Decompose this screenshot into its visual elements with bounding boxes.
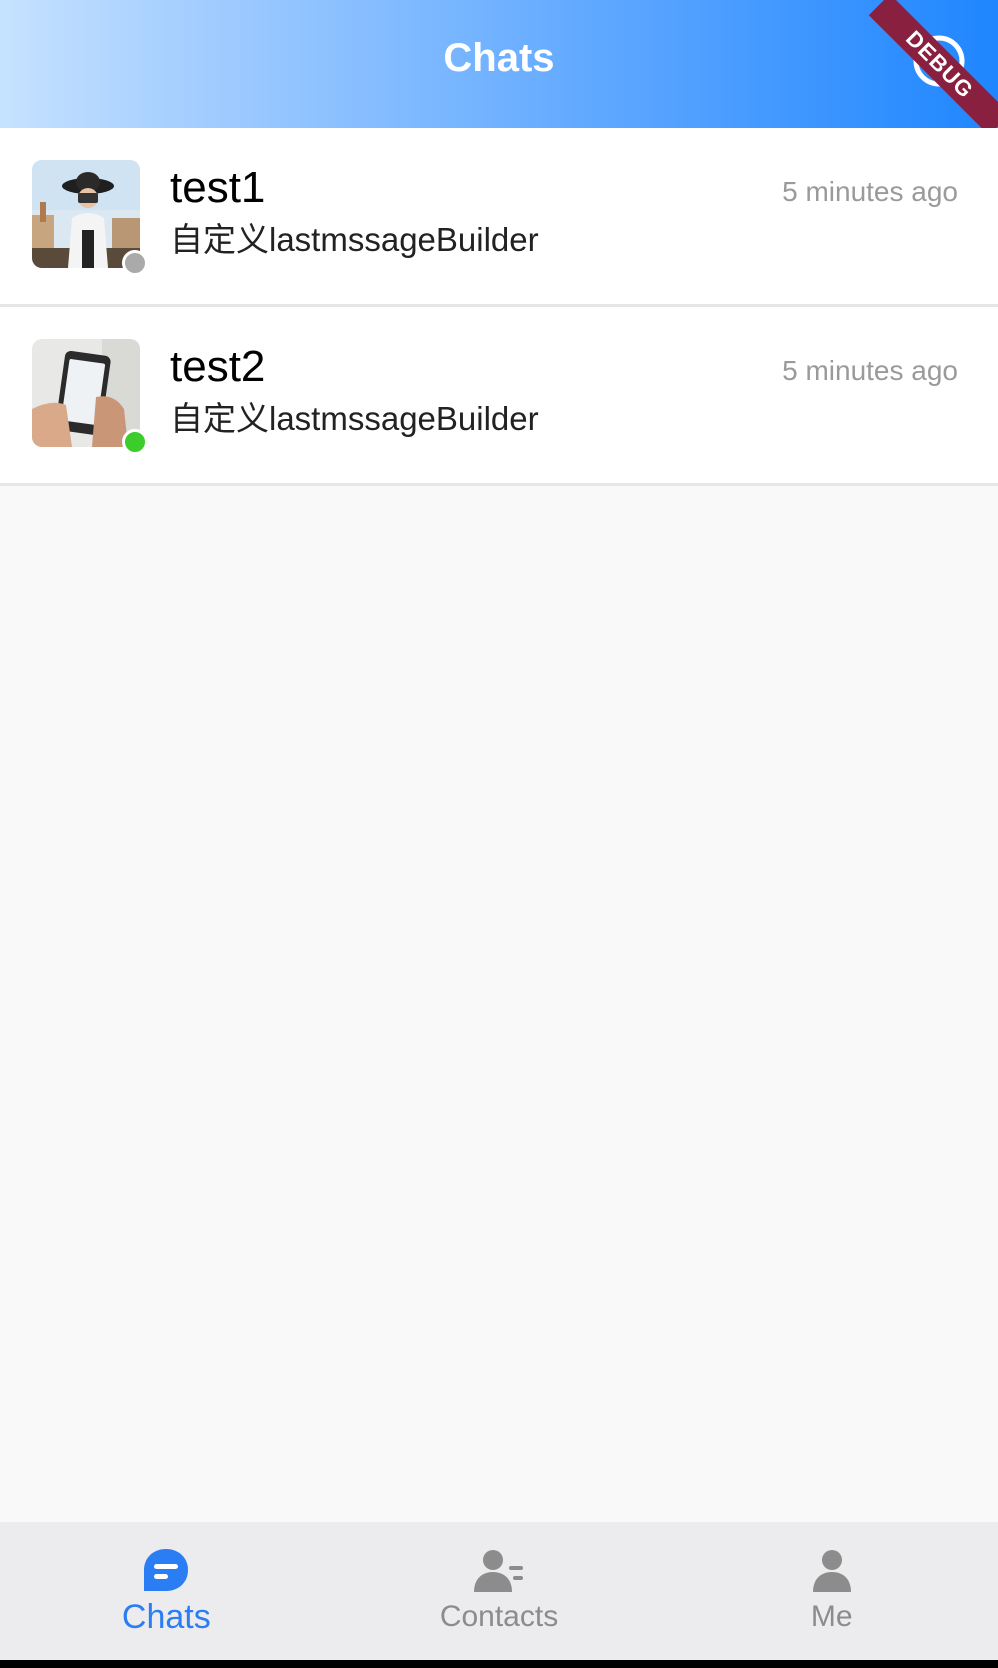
system-bottom-strip [0,1660,998,1668]
page-title: Chats [443,36,555,80]
conversation-name: test1 [170,163,266,212]
presence-indicator-online [122,429,148,455]
app-bar: Chats DEBUG [0,0,998,128]
contacts-icon [471,1546,527,1598]
conversation-time: 5 minutes ago [782,176,958,207]
conversation-time: 5 minutes ago [782,355,958,386]
conversation-item[interactable]: test1 自定义lastmssageBuilder 5 minutes ago [0,128,998,307]
presence-indicator-offline [122,250,148,276]
conversation-item[interactable]: test2 自定义lastmssageBuilder 5 minutes ago [0,307,998,486]
tab-me[interactable]: Me [665,1522,998,1660]
avatar [32,160,140,268]
chat-bubble-icon [138,1546,194,1598]
tab-chats[interactable]: Chats [0,1522,333,1660]
bottom-navigation-bar: Chats Contacts Me [0,1522,998,1660]
avatar-photo-hand-holding-phone [32,339,140,447]
avatar [32,339,140,447]
last-message-preview: 自定义lastmssageBuilder [170,221,539,258]
conversation-list: test1 自定义lastmssageBuilder 5 minutes ago… [0,128,998,486]
tab-label: Contacts [439,1600,559,1633]
person-icon [804,1546,860,1598]
avatar-photo-woman-with-camera [32,160,140,268]
conversation-name: test2 [170,342,266,391]
tab-label: Chats [121,1598,211,1636]
tab-contacts[interactable]: Contacts [333,1522,666,1660]
last-message-preview: 自定义lastmssageBuilder [170,400,539,437]
tab-label: Me [810,1600,853,1633]
